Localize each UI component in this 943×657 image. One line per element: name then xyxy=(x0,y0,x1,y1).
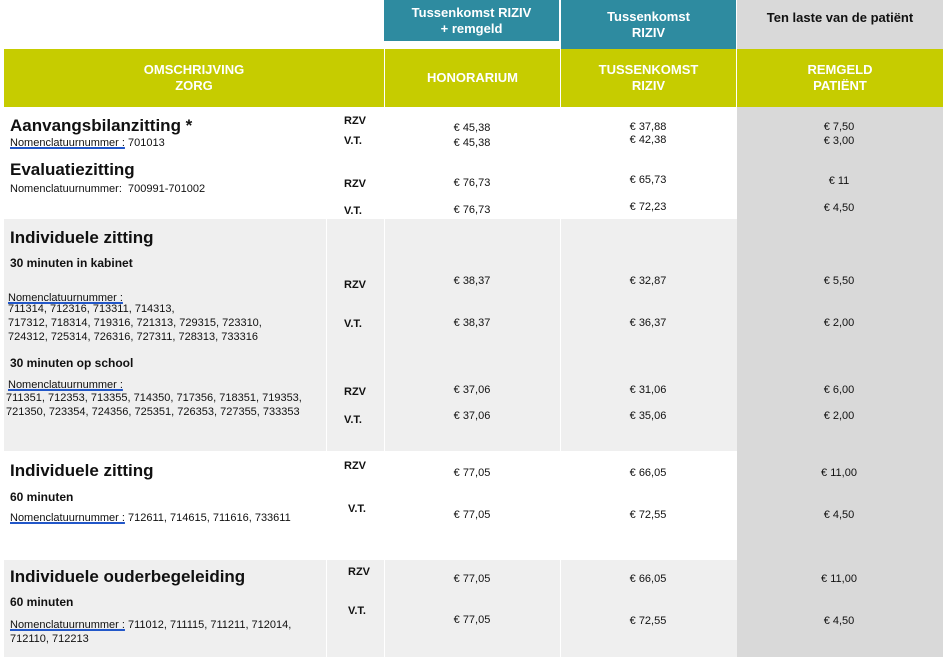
nomen-codes: 701013 xyxy=(128,137,165,149)
remgeld-value: € 5,50 xyxy=(823,275,855,287)
tussenkomst-value: € 42,38 xyxy=(629,134,667,146)
remgeld-value: € 4,50 xyxy=(823,202,855,214)
sub-kabinet: 30 minuten in kabinet xyxy=(10,256,133,270)
code-rzv: RZV xyxy=(344,178,366,190)
col-sep-3 xyxy=(560,107,561,657)
row-title-evaluatie: Evaluatiezitting xyxy=(10,160,135,179)
code-vt: V.T. xyxy=(348,503,366,515)
header-honorarium: HONORARIUM xyxy=(385,49,560,107)
code-rzv: RZV xyxy=(344,115,366,127)
remgeld-value: € 11,00 xyxy=(821,573,857,585)
sub-school: 30 minuten op school xyxy=(10,356,134,370)
tussenkomst-value: € 72,55 xyxy=(629,509,667,521)
header-honorarium-group: Tussenkomst RIZIV + remgeld xyxy=(384,0,559,41)
nomen-label: Nomenclatuurnummer : xyxy=(10,512,125,524)
nomen-label: Nomenclatuurnummer : xyxy=(10,137,125,149)
nomen-codes: 712611, 714615, 711616, 733611 xyxy=(128,512,291,524)
row-title-indiv2: Individuele zitting xyxy=(10,461,154,480)
header-riziv-group: Tussenkomst RIZIV xyxy=(561,0,736,49)
honorarium-value: € 77,05 xyxy=(453,467,491,479)
honorarium-value: € 76,73 xyxy=(453,177,491,189)
tussenkomst-value: € 66,05 xyxy=(629,467,667,479)
nomen-label: Nomenclatuurnummer : xyxy=(10,619,125,631)
col-sep-2 xyxy=(384,107,385,657)
remgeld-value: € 11,00 xyxy=(821,467,857,479)
tussenkomst-value: € 36,37 xyxy=(629,317,667,329)
nomen-kabinet-3: 724312, 725314, 726316, 727311, 728313, … xyxy=(8,331,258,343)
remgeld-value: € 2,00 xyxy=(823,317,855,329)
nomen-school-1: 711351, 712353, 713355, 714350, 717356, … xyxy=(6,392,302,404)
header-tussenkomst: TUSSENKOMST RIZIV xyxy=(561,49,736,107)
honorarium-value: € 45,38 xyxy=(453,122,491,134)
honorarium-value: € 45,38 xyxy=(453,137,491,149)
remgeld-value: € 7,50 xyxy=(823,121,855,133)
code-vt: V.T. xyxy=(344,414,362,426)
honorarium-value: € 77,05 xyxy=(453,573,491,585)
nomen-ouder: Nomenclatuurnummer : 711012, 711115, 711… xyxy=(10,619,291,631)
honorarium-value: € 37,06 xyxy=(453,410,491,422)
tussenkomst-value: € 32,87 xyxy=(629,275,667,287)
honorarium-value: € 76,73 xyxy=(453,204,491,216)
sub-60min: 60 minuten xyxy=(10,595,74,609)
honorarium-value: € 38,37 xyxy=(453,275,491,287)
nomen-kabinet-2: 717312, 718314, 719316, 721313, 729315, … xyxy=(8,317,262,329)
remgeld-value: € 2,00 xyxy=(823,410,855,422)
sub-60min: 60 minuten xyxy=(10,490,74,504)
code-vt: V.T. xyxy=(344,318,362,330)
nomen-label: Nomenclatuurnummer : xyxy=(8,379,123,391)
nomen-codes: 700991-701002 xyxy=(128,183,206,195)
tussenkomst-value: € 72,23 xyxy=(629,201,667,213)
code-rzv: RZV xyxy=(348,566,370,578)
remgeld-value: € 6,00 xyxy=(823,384,855,396)
code-rzv: RZV xyxy=(344,279,366,291)
code-rzv: RZV xyxy=(344,460,366,472)
code-rzv: RZV xyxy=(344,386,366,398)
code-vt: V.T. xyxy=(344,205,362,217)
tussenkomst-value: € 66,05 xyxy=(629,573,667,585)
tussenkomst-value: € 31,06 xyxy=(629,384,667,396)
nomen-evaluatie: Nomenclatuurnummer: 700991-701002 xyxy=(10,183,205,195)
nomen-kabinet-1: 711314, 712316, 713311, 714313, xyxy=(8,303,175,315)
nomen-school-2: 721350, 723354, 724356, 725351, 726353, … xyxy=(6,406,300,418)
tussenkomst-value: € 37,88 xyxy=(629,121,667,133)
nomen-indiv2: Nomenclatuurnummer : 712611, 714615, 711… xyxy=(10,512,291,524)
row-title-indiv1: Individuele zitting xyxy=(10,228,154,247)
code-vt: V.T. xyxy=(348,605,366,617)
header-omschrijving: OMSCHRIJVING ZORG xyxy=(4,49,384,107)
tussenkomst-value: € 35,06 xyxy=(629,410,667,422)
tussenkomst-value: € 72,55 xyxy=(629,615,667,627)
nomen-codes: 711012, 711115, 711211, 712014, xyxy=(128,619,292,631)
honorarium-value: € 77,05 xyxy=(453,509,491,521)
honorarium-value: € 77,05 xyxy=(453,614,491,626)
tussenkomst-value: € 65,73 xyxy=(629,174,667,186)
remgeld-value: € 3,00 xyxy=(823,135,855,147)
col-sep-1 xyxy=(326,219,327,451)
row-title-ouder: Individuele ouderbegeleiding xyxy=(10,567,246,586)
header-remgeld: REMGELD PATIËNT xyxy=(737,49,943,107)
remgeld-value: € 4,50 xyxy=(823,615,855,627)
code-vt: V.T. xyxy=(344,135,362,147)
header-patient-group: Ten laste van de patiënt xyxy=(737,0,943,49)
remgeld-value: € 11 xyxy=(828,175,850,187)
nomen-label: Nomenclatuurnummer: xyxy=(10,183,122,195)
honorarium-value: € 37,06 xyxy=(453,384,491,396)
remgeld-value: € 4,50 xyxy=(823,509,855,521)
nomen-ouder-2: 712110, 712213 xyxy=(10,633,89,645)
col-sep-4 xyxy=(326,560,327,657)
nomen-aanvang: Nomenclatuurnummer : 701013 xyxy=(10,137,165,149)
row-title-aanvang: Aanvangsbilanzitting * xyxy=(10,116,193,135)
honorarium-value: € 38,37 xyxy=(453,317,491,329)
